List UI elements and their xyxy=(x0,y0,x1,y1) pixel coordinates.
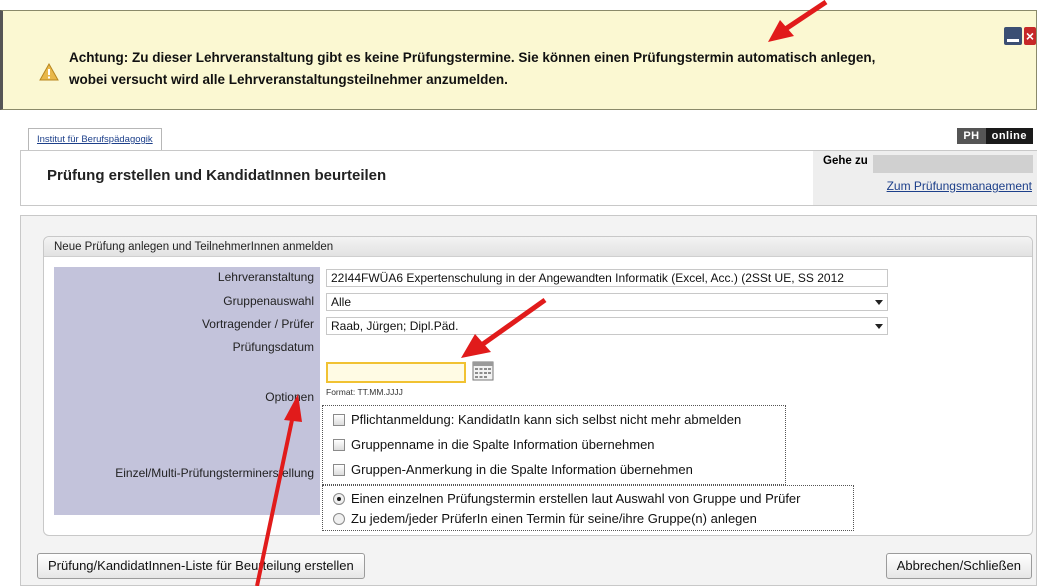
radio-single-button[interactable] xyxy=(333,492,345,505)
radio-single-label: Einen einzelnen Prüfungstermin erstellen… xyxy=(351,491,801,506)
label-date: Prüfungsdatum xyxy=(232,340,314,354)
label-examiner: Vortragender / Prüfer xyxy=(201,317,314,331)
option-mandatory[interactable]: Pflichtanmeldung: KandidatIn kann sich s… xyxy=(333,412,741,427)
checkbox-groupnote[interactable] xyxy=(333,463,345,476)
checkbox-groupname[interactable] xyxy=(333,438,345,451)
screen: Achtung: Zu dieser Lehrveranstaltung gib… xyxy=(0,0,1037,586)
main-panel: Neue Prüfung anlegen und TeilnehmerInnen… xyxy=(20,215,1037,586)
goto-bar xyxy=(873,155,1033,173)
tab-institute[interactable]: Institut für Berufspädagogik xyxy=(28,128,162,150)
warning-message-line2: wobei versucht wird alle Lehrveranstaltu… xyxy=(69,72,508,87)
option-groupname-label: Gruppenname in die Spalte Information üb… xyxy=(351,437,655,452)
logo-ph: PH xyxy=(957,128,986,144)
annotation-arrow-banner xyxy=(768,0,828,42)
header-panel: Prüfung erstellen und KandidatInnen beur… xyxy=(20,150,1037,206)
form-legend: Neue Prüfung anlegen und TeilnehmerInnen… xyxy=(44,237,1032,257)
option-groupnote[interactable]: Gruppen-Anmerkung in die Spalte Informat… xyxy=(333,462,693,477)
create-exam-button[interactable]: Prüfung/KandidatInnen-Liste für Beurteil… xyxy=(37,553,365,579)
label-course: Lehrveranstaltung xyxy=(217,270,314,284)
multi-group: Einen einzelnen Prüfungstermin erstellen… xyxy=(322,485,854,531)
window-controls: × xyxy=(1004,27,1036,45)
date-format-hint: Format: TT.MM.JJJJ xyxy=(326,387,403,397)
radio-single[interactable]: Einen einzelnen Prüfungstermin erstellen… xyxy=(333,491,801,506)
warning-icon xyxy=(39,63,59,81)
page-title: Prüfung erstellen und KandidatInnen beur… xyxy=(47,167,387,184)
radio-multi[interactable]: Zu jedem/jeder PrüferIn einen Termin für… xyxy=(333,511,757,526)
course-field: 22I44FWÜA6 Expertenschulung in der Angew… xyxy=(326,269,888,287)
link-exam-management[interactable]: Zum Prüfungsmanagement xyxy=(887,179,1032,193)
goto-box: Gehe zu Zum Prüfungsmanagement xyxy=(813,151,1037,205)
option-groupnote-label: Gruppen-Anmerkung in die Spalte Informat… xyxy=(351,462,693,477)
annotation-arrow-calendar xyxy=(461,297,547,358)
warning-message: Achtung: Zu dieser Lehrveranstaltung gib… xyxy=(69,47,969,91)
exam-form: Neue Prüfung anlegen und TeilnehmerInnen… xyxy=(43,236,1033,536)
examiner-select-value: Raab, Jürgen; Dipl.Päd. xyxy=(331,319,459,333)
goto-label: Gehe zu xyxy=(823,155,868,167)
exam-date-input[interactable] xyxy=(326,362,466,383)
options-group: Pflichtanmeldung: KandidatIn kann sich s… xyxy=(322,405,786,485)
checkbox-mandatory[interactable] xyxy=(333,413,345,426)
warning-message-line1: Achtung: Zu dieser Lehrveranstaltung gib… xyxy=(69,50,876,65)
option-groupname[interactable]: Gruppenname in die Spalte Information üb… xyxy=(333,437,655,452)
group-select[interactable]: Alle xyxy=(326,293,888,311)
chevron-down-icon xyxy=(875,324,883,329)
examiner-select[interactable]: Raab, Jürgen; Dipl.Päd. xyxy=(326,317,888,335)
minimize-icon[interactable] xyxy=(1004,27,1022,45)
label-group: Gruppenauswahl xyxy=(223,294,314,308)
chevron-down-icon xyxy=(875,300,883,305)
group-select-value: Alle xyxy=(331,295,352,309)
logo-online: online xyxy=(985,128,1033,144)
radio-multi-label: Zu jedem/jeder PrüferIn einen Termin für… xyxy=(351,511,757,526)
cancel-button[interactable]: Abbrechen/Schließen xyxy=(885,553,1032,579)
radio-multi-button[interactable] xyxy=(333,512,345,525)
close-icon[interactable]: × xyxy=(1024,27,1036,45)
option-mandatory-label: Pflichtanmeldung: KandidatIn kann sich s… xyxy=(351,412,742,427)
warning-banner: Achtung: Zu dieser Lehrveranstaltung gib… xyxy=(0,10,1037,110)
annotation-arrow-checkbox xyxy=(255,394,302,586)
ph-online-logo: PH online xyxy=(957,128,1033,144)
